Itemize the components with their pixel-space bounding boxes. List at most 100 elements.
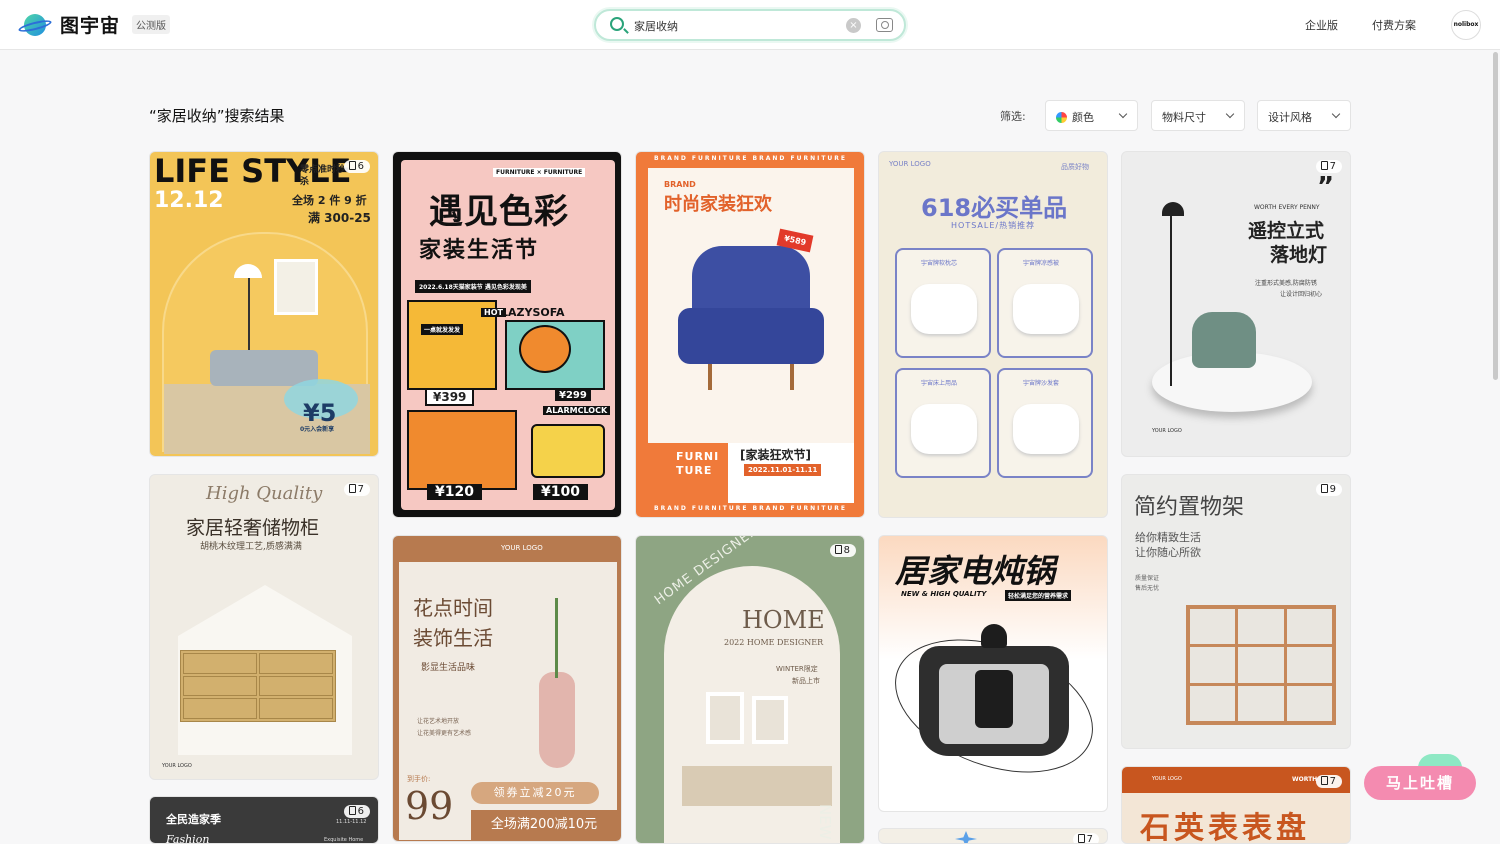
hot-badge: HOT [481,308,506,317]
template-card[interactable]: 全民造家季 11.11-11.12 Fashion Exquisite Home… [149,796,379,844]
card-text: 全场满200减10元 [471,810,617,840]
brand-name: 图宇宙 [60,15,121,37]
card-logo: YOUR LOGO [1152,428,1182,434]
card-date: 2022.11.01-11.11 [744,464,822,476]
card-text: 2022 HOME DESIGNER [724,638,824,647]
logo[interactable]: 图宇宙 公测版 [17,11,171,38]
pages-icon [348,161,356,170]
card-title: 家装生活节 [419,238,540,263]
pages-icon [348,806,356,815]
template-card[interactable]: YOUR LOGO 花点时间 装饰生活 影显生活品味 让花艺术地开放 让花美得更… [392,535,622,842]
feedback-button[interactable]: 马上吐槽 [1364,766,1476,800]
card-text: 零点准时秒杀 [300,165,346,187]
template-card[interactable]: LIFE STYLE 12.12 零点准时秒杀 全场 2 件 9 折 满 300… [149,151,379,457]
template-card[interactable]: FURNITURE × FURNITURE 遇见色彩 家装生活节 2022.6.… [392,151,622,518]
page-count-badge: 7 [1072,833,1099,843]
filter-color[interactable]: 颜色 [1045,100,1138,131]
card-title: 遇见色彩 [429,192,569,232]
chevron-down-icon [1331,109,1341,119]
card-tag: FURNITURE × FURNITURE [493,168,586,177]
avatar[interactable]: nolibox [1451,10,1481,40]
card-text: 注重形式美感,防腐防锈 [1255,280,1317,287]
quote-icon: ” [1317,172,1335,202]
card-text: LAZYSOFA [501,306,565,319]
page-count-badge: 8 [829,544,856,557]
card-text: 让你随心所欲 [1135,546,1201,559]
card-text: 质量保证 [1135,575,1160,582]
card-logo: YOUR LOGO [889,160,931,168]
template-card[interactable]: BRAND 时尚家装狂欢 ¥589 FURNI TURE [家装狂欢节] 202… [635,151,865,518]
card-price: ¥5 [303,399,337,427]
card-title: 家居轻奢储物柜 [186,517,320,539]
card-text: BRAND [664,180,696,189]
pages-icon [1077,834,1085,843]
nav-pricing[interactable]: 付费方案 [1372,17,1416,33]
filter-style-label: 设计风格 [1268,111,1312,124]
scrollbar[interactable] [1493,52,1498,380]
card-text: HOTSALE/热销推荐 [951,221,1036,230]
page-count-badge: 6 [343,805,370,818]
product-tile: 宇宙牌沙发套 [997,368,1093,478]
template-card[interactable]: High Quality 家居轻奢储物柜 胡桃木纹理工艺,质感满满 YOUR L… [149,474,379,780]
chevron-down-icon [1225,109,1235,119]
card-text: 给你精致生活 [1135,531,1201,544]
card-text: 满 300-25 [308,211,371,225]
filter-style[interactable]: 设计风格 [1257,100,1351,131]
card-title: 落地灯 [1270,244,1328,266]
filter-size-label: 物料尺寸 [1162,111,1206,124]
card-title: 石英表表盘 [1140,811,1310,844]
card-price: ¥100 [533,484,588,500]
card-text: WORTH EVERY PENNY [1254,204,1320,211]
filter-size[interactable]: 物料尺寸 [1151,100,1245,131]
filter-label: 筛选: [1000,110,1026,123]
top-bar: 图宇宙 公测版 × 企业版 付费方案 nolibox [0,0,1500,50]
card-text: 让设计回归初心 [1280,291,1323,298]
nav-enterprise[interactable]: 企业版 [1305,17,1338,33]
product-tile: 宇宙牌凉感被 [997,248,1093,358]
card-title: 618必买单品 [921,194,1068,222]
template-card[interactable]: YOUR LOGO WORTH 石英表表盘 7 [1121,766,1351,844]
template-card[interactable]: 简约置物架 给你精致生活 让你随心所欲 质量保证 售后无忧 9 [1121,474,1351,749]
poster-body: 花点时间 装饰生活 影显生活品味 让花艺术地开放 让花美得更有艺术感 到手价: … [399,562,617,840]
card-text: NEW [816,804,834,840]
card-text: NEW & HIGH QUALITY [901,590,987,598]
pages-icon [1320,161,1328,170]
page-count-badge: 9 [1315,483,1342,496]
card-title: 遥控立式 [1248,220,1325,242]
template-card[interactable]: ” WORTH EVERY PENNY 遥控立式 落地灯 注重形式美感,防腐防锈… [1121,151,1351,457]
card-price: ¥399 [425,388,475,406]
color-wheel-icon [1056,112,1067,123]
card-text: 胡桃木纹理工艺,质感满满 [200,542,302,552]
card-title: 时尚家装狂欢 [664,194,772,215]
camera-icon[interactable] [876,18,893,32]
card-text: 让花艺术地开放 [417,718,460,725]
card-date: 12.12 [154,188,224,213]
template-card[interactable]: 7 [878,828,1108,844]
card-text: WORTH [1292,776,1318,783]
clear-icon[interactable]: × [846,18,861,33]
page-count-badge: 7 [1315,775,1342,788]
poster-body: BRAND 时尚家装狂欢 ¥589 FURNI TURE [家装狂欢节] 202… [648,168,854,503]
card-text: 一桌就发发发 [421,324,464,335]
search-input[interactable] [634,17,834,35]
template-card[interactable]: HOME 2022 HOME DESIGNER WINTER限定 新品上市 HO… [635,535,865,844]
card-text: 让花美得更有艺术感 [417,730,472,737]
card-text: WINTER限定 [776,665,818,673]
card-logo: YOUR LOGO [162,763,192,769]
search-bar: × [594,9,906,41]
card-text: 全场 2 件 9 折 [292,194,367,207]
card-text: BRAND FURNITURE BRAND FURNITURE [654,505,848,512]
card-text: 轻松满足您的营养需求 [1005,590,1072,601]
template-card[interactable]: 居家电炖锅 NEW & HIGH QUALITY 轻松满足您的营养需求 [878,535,1108,812]
card-text: 0元入会新享 [300,426,335,433]
search-icon[interactable] [610,17,624,31]
card-text: Fashion [166,833,210,844]
beta-badge: 公测版 [132,15,171,34]
card-title: 花点时间 [413,596,493,620]
card-text: TURE [676,464,713,477]
planet-logo-icon [17,12,53,38]
product-tile: 宇宙牌软枕芯 [895,248,991,358]
template-card[interactable]: YOUR LOGO 品质好物 618必买单品 HOTSALE/热销推荐 宇宙牌软… [878,151,1108,518]
card-price: ¥299 [555,390,591,401]
filter-color-label: 颜色 [1072,111,1094,124]
